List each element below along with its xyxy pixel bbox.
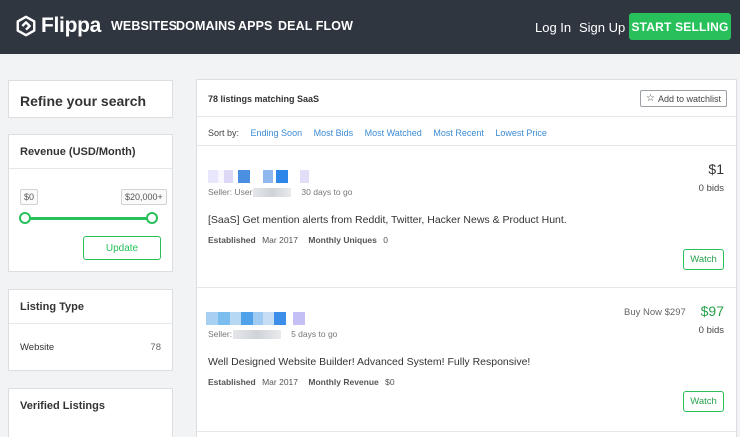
nav-websites[interactable]: WEBSITES — [111, 19, 177, 33]
revenue-min-label: $0 — [20, 189, 39, 205]
refine-search-card: Refine your search — [8, 80, 173, 118]
listing-item[interactable]: Seller: User 30 days to go [SaaS] Get me… — [197, 146, 736, 287]
sort-lowest-price[interactable]: Lowest Price — [495, 128, 547, 138]
seller-name-redacted[interactable] — [253, 187, 292, 197]
nav-apps[interactable]: APPS — [238, 19, 272, 33]
flippa-logo-icon — [16, 15, 36, 37]
results-count: 78 listings matching SaaS — [208, 94, 320, 104]
sort-label: Sort by: — [208, 128, 240, 138]
top-nav: Flippa WEBSITES DOMAINS APPS DEAL FLOW L… — [0, 0, 740, 54]
listing-title-redacted[interactable] — [208, 170, 309, 183]
listing-price: $97 — [700, 303, 724, 319]
seller-info: Seller: User 30 days to go — [208, 187, 352, 197]
revenue-slider-max-handle[interactable] — [146, 212, 158, 224]
revenue-slider-min-handle[interactable] — [19, 212, 31, 224]
nav-deal-flow[interactable]: DEAL FLOW — [278, 19, 353, 33]
login-link[interactable]: Log In — [535, 20, 571, 35]
sort-most-recent[interactable]: Most Recent — [433, 128, 484, 138]
revenue-filter-card: Revenue (USD/Month) $0 $20,000+ Update — [8, 134, 173, 272]
nav-domains[interactable]: DOMAINS — [176, 19, 236, 33]
buy-now-price: Buy Now $297 — [624, 307, 686, 318]
seller-info: Seller: 5 days to go — [208, 329, 337, 339]
metric-value: 0 — [383, 235, 388, 245]
revenue-max-label: $20,000+ — [121, 189, 167, 205]
refine-title: Refine your search — [20, 93, 147, 109]
revenue-slider-track[interactable] — [25, 217, 151, 220]
watch-button[interactable]: Watch — [683, 391, 724, 412]
logo-text: Flippa — [41, 14, 102, 37]
add-to-watchlist-button[interactable]: ☆ Add to watchlist — [640, 90, 727, 107]
listing-type-website[interactable]: Website — [20, 342, 54, 353]
sort-most-watched[interactable]: Most Watched — [365, 128, 422, 138]
metric-label: Monthly Revenue — [308, 377, 379, 387]
metric-label: Monthly Uniques — [308, 235, 377, 245]
bid-count: 0 bids — [698, 183, 724, 194]
divider — [197, 431, 736, 432]
seller-label: Seller: — [208, 329, 233, 339]
update-button[interactable]: Update — [83, 236, 161, 260]
star-icon: ☆ — [646, 92, 655, 104]
bid-count: 0 bids — [698, 325, 724, 336]
metric-value: $0 — [385, 377, 395, 387]
results-panel: 78 listings matching SaaS ☆ Add to watch… — [196, 79, 737, 437]
seller-name-redacted[interactable] — [233, 329, 282, 339]
flippa-logo[interactable]: Flippa — [15, 14, 101, 38]
signup-link[interactable]: Sign Up — [579, 20, 625, 35]
listing-title-redacted[interactable] — [206, 312, 305, 325]
listing-price: $1 — [708, 161, 724, 177]
listing-type-card: Listing Type Website 78 — [8, 289, 173, 371]
listing-type-title: Listing Type — [20, 301, 84, 313]
established-label: Established — [208, 235, 256, 245]
divider — [9, 323, 172, 324]
listing-description[interactable]: Well Designed Website Builder! Advanced … — [208, 356, 530, 368]
established-value: Mar 2017 — [262, 235, 299, 245]
verified-title: Verified Listings — [20, 400, 105, 412]
established-value: Mar 2017 — [262, 377, 299, 387]
listing-meta: Established Mar 2017 Monthly Uniques 0 — [208, 235, 396, 245]
start-selling-button[interactable]: START SELLING — [629, 13, 731, 40]
divider — [197, 116, 736, 117]
watch-button[interactable]: Watch — [683, 249, 724, 270]
time-left: 30 days to go — [301, 187, 353, 197]
sort-ending-soon[interactable]: Ending Soon — [251, 128, 303, 138]
sort-most-bids[interactable]: Most Bids — [314, 128, 354, 138]
sort-bar: Sort by: Ending Soon Most Bids Most Watc… — [208, 128, 547, 138]
listing-meta: Established Mar 2017 Monthly Revenue $0 — [208, 377, 403, 387]
time-left: 5 days to go — [291, 329, 338, 339]
divider — [9, 168, 172, 169]
listing-item[interactable]: Seller: 5 days to go Well Designed Websi… — [197, 288, 736, 431]
seller-label: Seller: User — [208, 187, 253, 197]
listing-type-website-count: 78 — [150, 342, 161, 353]
verified-listings-card: Verified Listings — [8, 388, 173, 437]
watchlist-label: Add to watchlist — [657, 93, 721, 104]
revenue-title: Revenue (USD/Month) — [20, 146, 136, 158]
listing-description[interactable]: [SaaS] Get mention alerts from Reddit, T… — [208, 214, 567, 226]
established-label: Established — [208, 377, 256, 387]
